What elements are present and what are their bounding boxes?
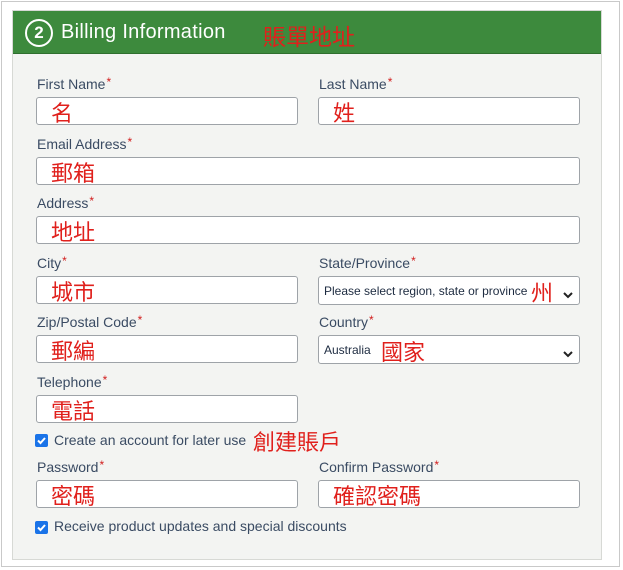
state-annotation: 州 <box>531 282 554 307</box>
required-asterisk: * <box>62 254 67 268</box>
telephone-field[interactable]: 電話 <box>36 395 298 425</box>
last-name-label: Last Name* <box>319 75 392 92</box>
confirm-password-value: 確認密碼 <box>333 485 422 510</box>
city-label-text: City <box>37 255 62 271</box>
country-label-text: Country <box>319 314 369 330</box>
state-selected-value: Please select region, state or province <box>324 284 528 298</box>
password-field[interactable]: 密碼 <box>36 480 298 510</box>
checkmark-icon <box>37 524 46 532</box>
zip-label: Zip/Postal Code* <box>37 313 142 330</box>
last-name-field[interactable]: 姓 <box>318 97 580 127</box>
confirm-password-field[interactable]: 確認密碼 <box>318 480 580 510</box>
required-asterisk: * <box>89 194 95 208</box>
zip-value: 郵編 <box>51 340 96 365</box>
required-asterisk: * <box>99 458 105 472</box>
address-label-text: Address <box>37 195 89 211</box>
first-name-label-text: First Name <box>37 76 106 92</box>
password-label: Password* <box>37 458 104 475</box>
state-label: State/Province* <box>319 254 416 271</box>
email-value: 郵箱 <box>51 162 96 187</box>
first-name-field[interactable]: 名 <box>36 97 298 127</box>
create-account-annotation: 創建賬戶 <box>253 431 342 456</box>
email-field[interactable]: 郵箱 <box>36 157 580 187</box>
step-number-badge: 2 <box>25 19 53 47</box>
country-annotation: 國家 <box>381 341 426 366</box>
address-label: Address* <box>37 194 94 211</box>
chevron-down-icon <box>563 345 573 358</box>
address-field[interactable]: 地址 <box>36 216 580 246</box>
zip-label-text: Zip/Postal Code <box>37 314 137 330</box>
state-select[interactable]: Please select region, state or province … <box>318 276 580 307</box>
last-name-label-text: Last Name <box>319 76 387 92</box>
city-value: 城市 <box>51 281 96 306</box>
receive-updates-checkbox[interactable] <box>35 521 48 534</box>
first-name-value: 名 <box>51 102 74 127</box>
receive-updates-label[interactable]: Receive product updates and special disc… <box>54 518 347 534</box>
country-label: Country* <box>319 313 374 330</box>
required-asterisk: * <box>137 313 143 327</box>
confirm-password-label: Confirm Password* <box>319 458 439 475</box>
create-account-checkbox[interactable] <box>35 434 48 447</box>
first-name-label: First Name* <box>37 75 111 92</box>
chevron-down-icon <box>563 286 573 299</box>
email-label: Email Address* <box>37 135 132 152</box>
section-title-annotation: 賬單地址 <box>263 25 355 51</box>
country-select[interactable]: Australia 國家 <box>318 335 580 366</box>
password-label-text: Password <box>37 459 99 475</box>
required-asterisk: * <box>369 313 374 327</box>
telephone-value: 電話 <box>51 400 96 425</box>
required-asterisk: * <box>127 135 133 149</box>
required-asterisk: * <box>434 458 440 472</box>
confirm-password-label-text: Confirm Password <box>319 459 434 475</box>
password-value: 密碼 <box>51 485 96 510</box>
zip-field[interactable]: 郵編 <box>36 335 298 365</box>
required-asterisk: * <box>106 75 112 89</box>
city-label: City* <box>37 254 67 271</box>
email-label-text: Email Address <box>37 136 127 152</box>
last-name-value: 姓 <box>333 102 356 127</box>
country-selected-value: Australia <box>324 343 371 357</box>
telephone-label-text: Telephone <box>37 374 102 390</box>
state-label-text: State/Province <box>319 255 411 271</box>
required-asterisk: * <box>411 254 416 268</box>
required-asterisk: * <box>102 373 108 387</box>
section-title: Billing Information <box>61 21 226 43</box>
create-account-label[interactable]: Create an account for later use <box>54 432 246 448</box>
telephone-label: Telephone* <box>37 373 107 390</box>
address-value: 地址 <box>51 221 96 246</box>
checkmark-icon <box>37 437 46 445</box>
city-field[interactable]: 城市 <box>36 276 298 306</box>
section-header: 2 Billing Information 賬單地址 <box>13 11 601 54</box>
required-asterisk: * <box>387 75 393 89</box>
